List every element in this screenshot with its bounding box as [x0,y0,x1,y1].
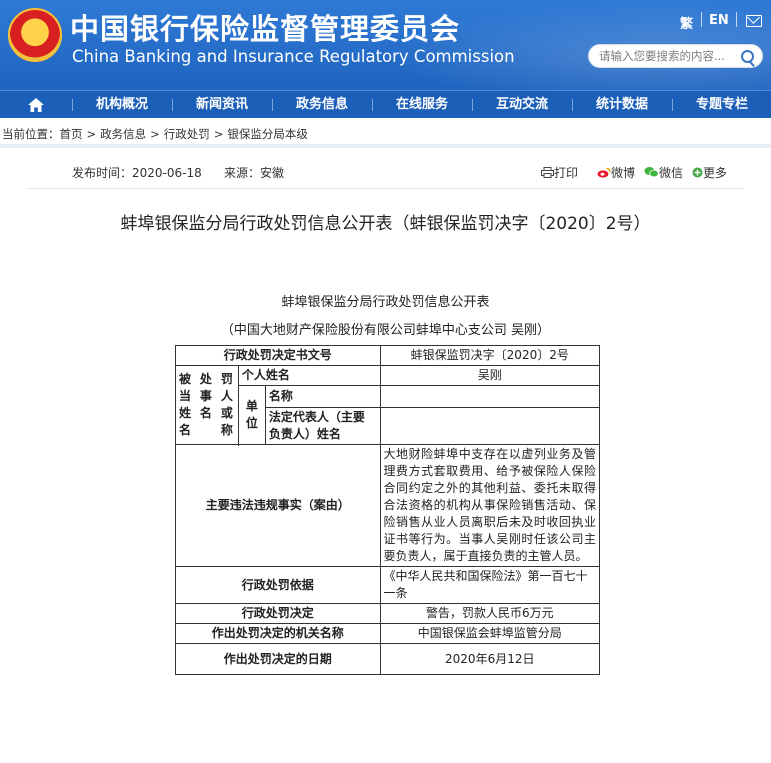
table-row: 作出处罚决定的日期 2020年6月12日 [175,643,601,675]
search-icon[interactable] [741,50,754,63]
unit-label: 单位 [237,385,266,445]
table-row: 被处罚当事人姓名或名称 个人姓名 吴刚 [175,365,601,445]
decision-label: 行政处罚决定 [175,603,381,624]
nav-divider [172,99,173,111]
lang-divider [736,12,737,27]
legal-rep-label: 法定代表人（主要负责人）姓名 [264,407,381,445]
search-input[interactable] [599,48,734,64]
plus-circle-icon [692,167,703,178]
nav-divider [372,99,373,111]
facts-label: 主要违法违规事实（案由） [175,444,381,567]
authority-label: 作出处罚决定的机关名称 [175,623,381,644]
authority-value: 中国银保监会蚌埠监管分局 [379,623,601,644]
main-nav: 机构概况 新闻资讯 政务信息 在线服务 互动交流 统计数据 专题专栏 [0,90,771,118]
nav-divider [72,99,73,111]
home-icon[interactable] [27,97,45,113]
nav-item-topics[interactable]: 专题专栏 [680,91,764,119]
article-title: 蚌埠银保监分局行政处罚信息公开表（蚌银保监罚决字〔2020〕2号） [120,214,651,234]
wechat-icon [644,167,659,178]
basis-label: 行政处罚依据 [175,566,381,604]
nav-item-interaction[interactable]: 互动交流 [480,91,564,119]
print-label: 打印 [554,166,579,180]
site-header: ★ 中国银行保险监督管理委员会 China Banking and Insura… [0,0,771,90]
table-row: 行政处罚决定书文号 蚌银保监罚决字〔2020〕2号 [175,345,601,366]
site-title-cn[interactable]: 中国银行保险监督管理委员会 [70,6,460,48]
lang-divider [701,12,702,27]
legal-rep-value [379,407,601,445]
nav-divider [572,99,573,111]
lang-english-link[interactable]: EN [709,13,729,28]
person-name-value: 吴刚 [379,365,601,386]
penalty-info-table: 行政处罚决定书文号 蚌银保监罚决字〔2020〕2号 被处罚当事人姓名或名称 个人… [175,345,601,675]
table-row: 主要违法违规事实（案由） 大地财险蚌埠中支存在以虚列业务及管理费方式套取费用、给… [175,444,601,567]
doc-number-label: 行政处罚决定书文号 [175,345,381,366]
nav-divider [472,99,473,111]
nav-item-statistics[interactable]: 统计数据 [580,91,664,119]
facts-value: 大地财险蚌埠中支存在以虚列业务及管理费方式套取费用、给予被保险人保险合同约定之外… [379,444,601,567]
weibo-icon [597,167,611,178]
doc-number-value: 蚌银保监罚决字〔2020〕2号 [379,345,601,366]
wechat-label: 微信 [659,166,684,180]
breadcrumb-item-home[interactable]: 首页 [60,127,83,141]
unit-name-value [379,385,601,408]
lang-traditional-link[interactable]: 繁 [680,13,693,32]
nav-item-news[interactable]: 新闻资讯 [180,91,264,119]
nav-item-about[interactable]: 机构概况 [80,91,164,119]
date-label: 作出处罚决定的日期 [175,643,381,675]
breadcrumb: 当前位置：首页 > 政务信息 > 行政处罚 > 银保监分局本级 [2,126,312,142]
nav-item-online-service[interactable]: 在线服务 [380,91,464,119]
publish-time: 发布时间：2020-06-18 [72,166,202,180]
share-weibo-button[interactable]: 微博 [597,164,635,181]
mail-icon[interactable] [746,15,762,27]
article-source: 来源：安徽 [224,166,285,180]
party-label: 被处罚当事人姓名或名称 [175,365,239,445]
breadcrumb-separator: > [213,127,224,141]
share-more-button[interactable]: 更多 [692,164,727,181]
table-row: 单位 名称 [176,385,601,445]
unit-name-label: 名称 [264,385,381,408]
breadcrumb-divider [0,144,771,148]
decision-value: 警告，罚款人民币6万元 [379,603,601,624]
breadcrumb-separator: > [86,127,97,141]
basis-value: 《中华人民共和国保险法》第一百七十一条 [379,566,601,604]
print-button[interactable]: 打印 [541,164,578,181]
national-emblem-icon: ★ [8,8,62,62]
person-name-label: 个人姓名 [237,365,381,386]
table-row: 行政处罚决定 警告，罚款人民币6万元 [175,603,601,624]
site-title-en[interactable]: China Banking and Insurance Regulatory C… [72,47,515,66]
share-wechat-button[interactable]: 微信 [644,164,683,181]
nav-item-government[interactable]: 政务信息 [280,91,364,119]
table-subtitle: （中国大地财产保险股份有限公司蚌埠中心支公司 吴刚） [220,323,551,338]
breadcrumb-separator: > [150,127,160,141]
breadcrumb-item-branch[interactable]: 银保监分局本级 [227,127,308,141]
table-title: 蚌埠银保监分局行政处罚信息公开表 [281,295,490,310]
breadcrumb-item-government[interactable]: 政务信息 [100,127,146,141]
meta-divider [28,188,743,189]
nav-divider [272,99,273,111]
breadcrumb-label: 当前位置： [2,127,60,141]
table-row: 行政处罚依据 《中华人民共和国保险法》第一百七十一条 [175,566,601,604]
search-box [588,44,763,68]
weibo-label: 微博 [611,166,636,180]
breadcrumb-item-penalty[interactable]: 行政处罚 [164,127,210,141]
printer-icon [541,167,554,178]
table-row: 作出处罚决定的机关名称 中国银保监会蚌埠监管分局 [175,623,601,644]
date-value: 2020年6月12日 [379,643,601,675]
nav-divider [672,99,673,111]
more-label: 更多 [703,166,728,180]
